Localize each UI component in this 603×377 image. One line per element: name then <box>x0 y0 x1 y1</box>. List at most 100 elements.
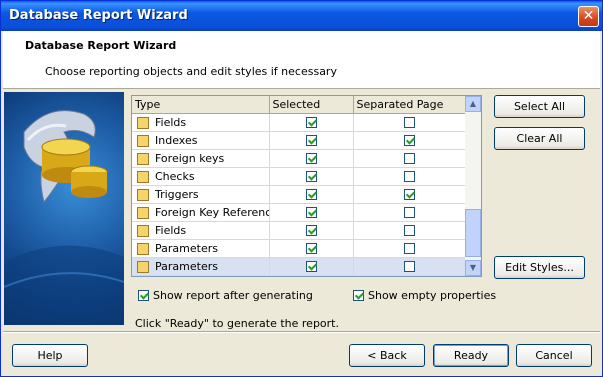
table-row[interactable]: Foreign Key References <box>132 203 466 222</box>
selected-cell <box>269 167 354 186</box>
type-cell[interactable]: Triggers <box>132 185 270 204</box>
table-row[interactable]: Foreign keys <box>132 149 466 168</box>
trigger-icon <box>137 188 149 201</box>
type-cell[interactable]: Checks <box>132 167 270 186</box>
scroll-thumb[interactable] <box>465 209 481 257</box>
type-cell[interactable]: Fields <box>132 221 270 240</box>
type-cell[interactable]: Foreign Key References <box>132 203 270 222</box>
selected-cell <box>269 203 354 222</box>
type-label: Indexes <box>155 134 198 147</box>
separated-cell <box>353 221 466 240</box>
separated-page-checkbox[interactable] <box>403 117 415 128</box>
selected-cell <box>269 149 354 168</box>
header-subtitle: Choose reporting objects and edit styles… <box>45 65 337 78</box>
selected-checkbox[interactable] <box>305 135 317 146</box>
table-icon <box>137 116 149 129</box>
key-icon <box>137 152 149 165</box>
objects-table: Type Selected Separated Page Fields Index… <box>132 96 466 276</box>
report-objects-grid[interactable]: Type Selected Separated Page Fields Index… <box>131 95 482 277</box>
type-label: Parameters <box>155 242 218 255</box>
separated-cell <box>353 113 466 132</box>
separated-cell <box>353 167 466 186</box>
help-button[interactable]: Help <box>12 344 88 367</box>
separated-cell <box>353 203 466 222</box>
show-report-option[interactable]: Show report after generating <box>138 289 313 302</box>
selected-cell <box>269 113 354 132</box>
type-label: Triggers <box>155 188 199 201</box>
separated-page-checkbox[interactable] <box>403 243 415 254</box>
selected-checkbox[interactable] <box>305 189 317 200</box>
selected-cell <box>269 185 354 204</box>
dolphin-database-icon <box>4 110 124 325</box>
scroll-down-arrow-icon[interactable]: ▼ <box>465 260 481 276</box>
table-row[interactable]: Parameters <box>132 257 466 276</box>
separated-page-checkbox[interactable] <box>403 171 415 182</box>
key-icon <box>137 206 149 219</box>
column-header-separated-page[interactable]: Separated Page <box>353 96 466 114</box>
selected-cell <box>269 131 354 150</box>
close-icon: ✕ <box>582 8 595 24</box>
close-button[interactable]: ✕ <box>578 6 599 27</box>
table-row[interactable]: Triggers <box>132 185 466 204</box>
type-cell[interactable]: Indexes <box>132 131 270 150</box>
type-cell[interactable]: Parameters <box>132 257 270 276</box>
window-title: Database Report Wizard <box>9 8 188 23</box>
selected-cell <box>269 239 354 258</box>
separated-page-checkbox[interactable] <box>403 261 415 272</box>
type-cell[interactable]: Parameters <box>132 239 270 258</box>
separated-cell <box>353 149 466 168</box>
header-title: Database Report Wizard <box>25 39 177 52</box>
cancel-button[interactable]: Cancel <box>516 344 592 367</box>
table-row[interactable]: Parameters <box>132 239 466 258</box>
selected-checkbox[interactable] <box>305 171 317 182</box>
grid-vertical-scrollbar[interactable]: ▲ ▼ <box>465 96 481 276</box>
table-row[interactable]: Indexes <box>132 131 466 150</box>
parameter-icon <box>137 260 149 273</box>
selected-checkbox[interactable] <box>305 225 317 236</box>
table-row[interactable]: Checks <box>132 167 466 186</box>
column-header-type[interactable]: Type <box>132 96 270 114</box>
selected-checkbox[interactable] <box>305 207 317 218</box>
edit-styles-button[interactable]: Edit Styles... <box>494 256 585 279</box>
type-label: Foreign Key References <box>155 206 268 219</box>
separated-cell <box>353 131 466 150</box>
separated-page-checkbox[interactable] <box>403 207 415 218</box>
scroll-up-arrow-icon[interactable]: ▲ <box>465 96 481 112</box>
table-row[interactable]: Fields <box>132 221 466 240</box>
clear-all-button[interactable]: Clear All <box>494 127 585 150</box>
check-icon <box>137 170 149 183</box>
type-cell[interactable]: Foreign keys <box>132 149 270 168</box>
wizard-window: Database Report Wizard ✕ Database Report… <box>0 0 603 377</box>
show-empty-checkbox[interactable] <box>353 290 364 301</box>
show-report-checkbox[interactable] <box>138 290 149 301</box>
separated-page-checkbox[interactable] <box>403 189 415 200</box>
show-empty-label: Show empty properties <box>368 289 497 302</box>
title-bar[interactable]: Database Report Wizard ✕ <box>1 1 602 31</box>
selected-checkbox[interactable] <box>305 117 317 128</box>
show-empty-option[interactable]: Show empty properties <box>353 289 496 302</box>
table-icon <box>137 224 149 237</box>
separated-cell <box>353 185 466 204</box>
grid-header-row: Type Selected Separated Page <box>132 96 466 114</box>
footer-note: Click "Ready" to generate the report. <box>135 317 339 330</box>
separated-cell <box>353 239 466 258</box>
type-label: Fields <box>155 224 187 237</box>
table-row[interactable]: Fields <box>132 113 466 132</box>
wizard-sidebar-image <box>4 92 124 325</box>
type-label: Checks <box>155 170 195 183</box>
column-header-selected[interactable]: Selected <box>269 96 354 114</box>
type-cell[interactable]: Fields <box>132 113 270 132</box>
selected-checkbox[interactable] <box>305 243 317 254</box>
separated-page-checkbox[interactable] <box>403 153 415 164</box>
selected-cell <box>269 257 354 276</box>
separated-page-checkbox[interactable] <box>403 135 415 146</box>
parameter-icon <box>137 242 149 255</box>
ready-button[interactable]: Ready <box>433 344 509 367</box>
type-label: Fields <box>155 116 187 129</box>
separated-page-checkbox[interactable] <box>403 225 415 236</box>
selected-checkbox[interactable] <box>305 153 317 164</box>
selected-checkbox[interactable] <box>305 261 317 272</box>
separated-cell <box>353 257 466 276</box>
back-button[interactable]: < Back <box>349 344 425 367</box>
select-all-button[interactable]: Select All <box>494 95 585 118</box>
